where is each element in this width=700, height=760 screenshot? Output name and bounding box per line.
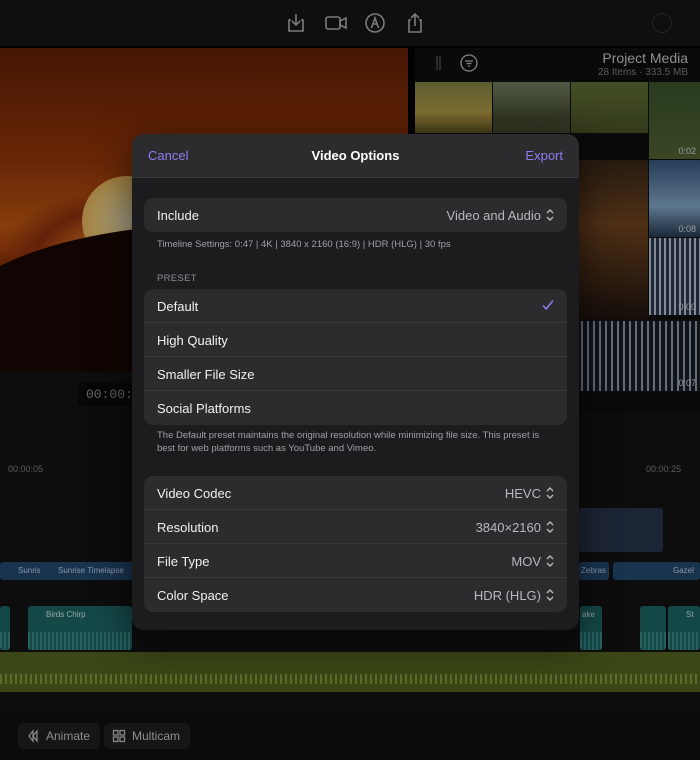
preset-high-quality[interactable]: High Quality [144, 323, 567, 357]
updown-chevron-icon [545, 520, 555, 534]
updown-chevron-icon [545, 486, 555, 500]
preset-smaller-file-size[interactable]: Smaller File Size [144, 357, 567, 391]
file-type-row[interactable]: File Type MOV [144, 544, 567, 578]
include-group: Include Video and Audio [144, 198, 567, 232]
export-settings-group: Video Codec HEVC Resolution 3840×2160 Fi… [144, 476, 567, 612]
preset-list: Default High Quality Smaller File Size S… [144, 289, 567, 425]
checkmark-icon [541, 298, 555, 312]
preset-default[interactable]: Default [144, 289, 567, 323]
dialog-header: Cancel Video Options Export [132, 134, 579, 178]
preset-header: PRESET [157, 273, 197, 284]
updown-chevron-icon [545, 554, 555, 568]
timeline-settings-text: Timeline Settings: 0:47 | 4K | 3840 x 21… [157, 239, 451, 250]
dialog-title: Video Options [311, 148, 400, 163]
updown-chevron-icon [545, 208, 555, 222]
resolution-row[interactable]: Resolution 3840×2160 [144, 510, 567, 544]
export-button[interactable]: Export [525, 148, 563, 163]
preset-description: The Default preset maintains the origina… [157, 430, 540, 454]
video-codec-row[interactable]: Video Codec HEVC [144, 476, 567, 510]
color-space-row[interactable]: Color Space HDR (HLG) [144, 578, 567, 612]
include-value: Video and Audio [446, 208, 541, 223]
include-label: Include [157, 208, 199, 223]
updown-chevron-icon [545, 588, 555, 602]
include-row[interactable]: Include Video and Audio [144, 198, 567, 232]
video-options-dialog: Cancel Video Options Export Include Vide… [132, 134, 579, 630]
preset-social-platforms[interactable]: Social Platforms [144, 391, 567, 425]
